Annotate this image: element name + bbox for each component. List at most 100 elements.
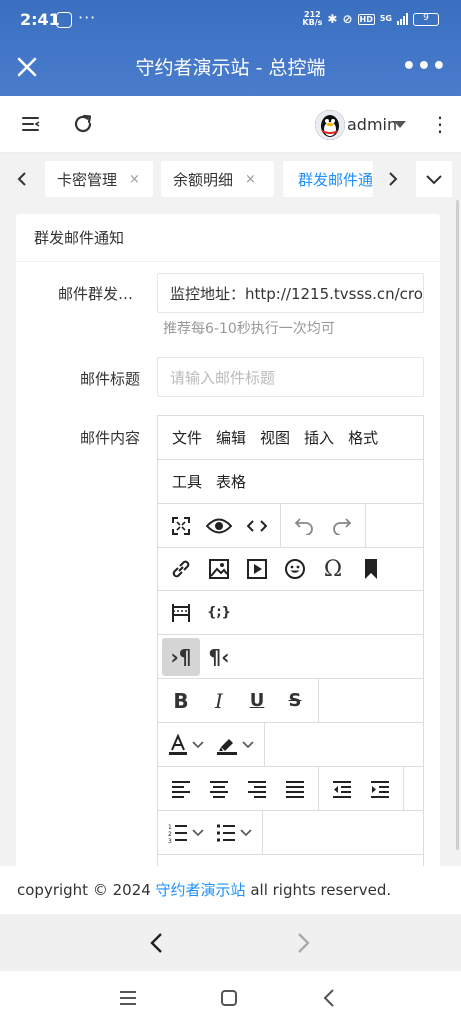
menu-table[interactable]: 表格 — [216, 471, 246, 492]
more-options-icon[interactable]: ••• — [402, 54, 447, 80]
omega-icon[interactable]: Ω — [314, 550, 352, 588]
tab-label: 群发邮件通 — [298, 170, 373, 189]
toolbar-row-color — [158, 723, 423, 767]
title-bar: 守约者演示站 - 总控端 ••• — [0, 40, 461, 96]
tab-mass-email[interactable]: 群发邮件通 — [283, 161, 373, 197]
toolbar-row-style: B I U S — [158, 679, 423, 723]
emoticon-icon[interactable] — [276, 550, 314, 588]
table-insert-icon[interactable] — [162, 594, 200, 632]
chevron-down-icon[interactable] — [394, 121, 406, 128]
menu-insert[interactable]: 插入 — [304, 427, 334, 448]
toolbar-group: 123 — [158, 811, 263, 854]
status-time: 2:41 — [20, 10, 60, 29]
app-top-bar: 2:41 ··· 212 KB/s ✱ ⊘ HD 5G 9 守约者演示站 - 总… — [0, 0, 461, 96]
network-type: 5G — [379, 14, 392, 23]
chevron-left-icon — [17, 172, 26, 186]
chevron-down-icon — [192, 740, 204, 748]
mail-group-label: 邮件群发… — [57, 285, 133, 303]
strikethrough-icon[interactable]: S — [276, 682, 314, 720]
undo-icon[interactable] — [285, 507, 323, 545]
page-scrollbar[interactable] — [456, 200, 459, 850]
back-icon[interactable] — [149, 932, 165, 954]
browser-nav-bar — [0, 914, 461, 971]
home-icon[interactable] — [220, 989, 238, 1007]
rtl-icon[interactable]: ¶‹ — [200, 638, 238, 676]
vertical-more-icon[interactable]: ⋮ — [430, 114, 450, 134]
bookmark-icon[interactable] — [352, 550, 390, 588]
toolbar-row-view — [158, 504, 423, 548]
preview-icon[interactable] — [200, 507, 238, 545]
tab-dropdown-button[interactable] — [416, 161, 452, 197]
system-back-icon[interactable] — [322, 988, 336, 1008]
indent-icon[interactable] — [361, 770, 399, 808]
toolbar-row-list: 123 — [158, 811, 423, 855]
toolbar-group: B I U S — [158, 679, 319, 722]
system-nav-bar — [0, 971, 461, 1024]
fullscreen-icon[interactable] — [162, 507, 200, 545]
menu-edit[interactable]: 编辑 — [216, 427, 246, 448]
outdent-icon[interactable] — [323, 770, 361, 808]
mute-icon: ⊘ — [342, 12, 353, 26]
highlight-icon[interactable] — [210, 726, 260, 764]
bullet-list-icon[interactable] — [210, 814, 258, 852]
svg-text:3: 3 — [168, 838, 172, 843]
menu-toggle-icon[interactable] — [21, 114, 41, 134]
monitor-url-field[interactable]: 监控地址：http://1215.tvsss.cn/cron — [157, 273, 424, 313]
editor-menubar-2: 工具 表格 — [158, 460, 423, 504]
numbered-list-icon[interactable]: 123 — [162, 814, 210, 852]
qq-notification-icon — [56, 12, 72, 28]
menu-format[interactable]: 格式 — [348, 427, 378, 448]
page-title: 守约者演示站 - 总控端 — [135, 57, 326, 79]
forward-icon[interactable] — [295, 932, 311, 954]
toolbar-row-table: {;} — [158, 591, 423, 635]
bluetooth-icon: ✱ — [327, 12, 338, 26]
template-icon[interactable]: {;} — [200, 594, 238, 632]
hd-badge: HD — [357, 13, 375, 25]
refresh-icon[interactable] — [72, 113, 94, 135]
tab-scroll-right[interactable] — [376, 161, 410, 197]
tab-close-icon[interactable]: × — [129, 172, 140, 187]
tab-card-management[interactable]: 卡密管理 × — [45, 161, 153, 197]
chevron-right-icon — [389, 172, 398, 186]
tab-balance-details[interactable]: 余额明细 × — [161, 161, 274, 197]
menu-tools[interactable]: 工具 — [172, 471, 202, 492]
recent-apps-icon[interactable] — [119, 990, 137, 1006]
chevron-down-icon — [426, 175, 442, 185]
bold-icon[interactable]: B — [162, 682, 200, 720]
card-title: 群发邮件通知 — [16, 214, 440, 262]
align-right-icon[interactable] — [238, 770, 276, 808]
subject-input[interactable]: 请输入邮件标题 — [157, 357, 424, 397]
tab-close-icon[interactable]: × — [245, 172, 256, 187]
avatar[interactable] — [315, 110, 345, 140]
copyright-footer: copyright © 2024 守约者演示站 all rights reser… — [0, 866, 461, 914]
subject-label: 邮件标题 — [79, 370, 140, 388]
underline-icon[interactable]: U — [238, 682, 276, 720]
username[interactable]: admin — [347, 115, 397, 134]
brand-link[interactable]: 守约者演示站 — [156, 881, 246, 899]
tab-scroll-left[interactable] — [6, 161, 38, 197]
link-icon[interactable] — [162, 550, 200, 588]
toolbar-group — [158, 504, 281, 548]
close-icon[interactable] — [14, 54, 40, 80]
tab-label: 余额明细 — [173, 170, 234, 189]
toolbar-group: Ω — [158, 548, 394, 590]
redo-icon[interactable] — [323, 507, 361, 545]
align-justify-icon[interactable] — [276, 770, 314, 808]
more-notifications-icon: ··· — [78, 8, 97, 27]
toolbar-group: ›¶ ¶‹ — [158, 635, 242, 678]
menu-view[interactable]: 视图 — [260, 427, 290, 448]
font-color-icon[interactable] — [162, 726, 210, 764]
italic-icon[interactable]: I — [200, 682, 238, 720]
code-icon[interactable] — [238, 507, 276, 545]
menu-file[interactable]: 文件 — [172, 427, 202, 448]
align-left-icon[interactable] — [162, 770, 200, 808]
ltr-icon[interactable]: ›¶ — [162, 637, 200, 676]
align-center-icon[interactable] — [200, 770, 238, 808]
image-icon[interactable] — [200, 550, 238, 588]
battery-icon: 9 — [413, 12, 439, 26]
status-bar: 2:41 ··· 212 KB/s ✱ ⊘ HD 5G 9 — [0, 0, 461, 40]
network-speed: 212 KB/s — [302, 10, 323, 27]
rich-text-editor[interactable]: 文件 编辑 视图 插入 格式 工具 表格 Ω {;} ›¶ ¶‹ B I U S… — [157, 415, 424, 875]
media-icon[interactable] — [238, 550, 276, 588]
chevron-down-icon — [242, 740, 254, 748]
